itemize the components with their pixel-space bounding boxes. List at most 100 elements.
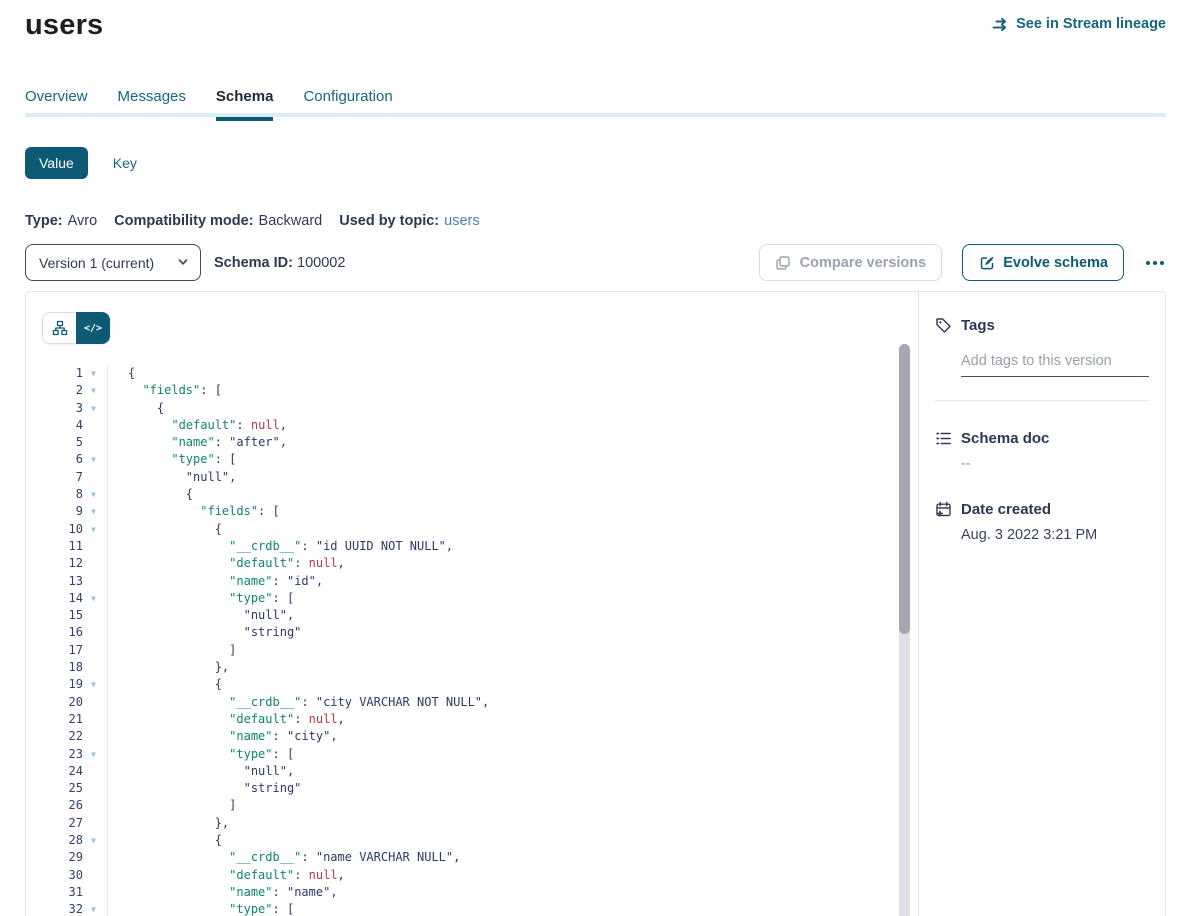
code-line: 22 "name": "city", [26, 728, 918, 745]
line-number: 31 [26, 884, 89, 901]
code-line: 12 "default": null, [26, 555, 918, 572]
type-label: Type: [25, 213, 63, 229]
schema-editor-pane: </> 1▼{2▼ "fields": [3▼ {4 "default": nu… [26, 292, 918, 916]
code-line-text: { [108, 521, 222, 538]
topic-link[interactable]: users [444, 213, 479, 229]
line-gutter: 12 [26, 555, 108, 572]
line-gutter: 9▼ [26, 503, 108, 520]
code-line: 14▼ "type": [ [26, 590, 918, 607]
fold-toggle-icon[interactable]: ▼ [89, 382, 107, 399]
value-key-toggle: Value Key [25, 147, 1166, 179]
line-gutter: 5 [26, 434, 108, 451]
line-gutter: 26 [26, 797, 108, 814]
line-gutter: 2▼ [26, 382, 108, 399]
editor-scrollbar-thumb[interactable] [899, 344, 910, 634]
line-gutter: 7 [26, 469, 108, 486]
code-line: 8▼ { [26, 486, 918, 503]
code-line: 19▼ { [26, 676, 918, 693]
evolve-schema-icon [978, 255, 995, 271]
code-view-button[interactable]: </> [76, 312, 110, 344]
schema-code-editor[interactable]: 1▼{2▼ "fields": [3▼ {4 "default": null,5… [26, 365, 918, 916]
code-line-text: "__crdb__": "city VARCHAR NOT NULL", [108, 694, 489, 711]
fold-toggle-icon[interactable]: ▼ [89, 746, 107, 763]
key-toggle-button[interactable]: Key [113, 147, 137, 179]
type-value: Avro [68, 213, 98, 229]
line-gutter: 13 [26, 573, 108, 590]
code-line: 23▼ "type": [ [26, 746, 918, 763]
fold-spacer [89, 642, 107, 659]
code-line: 2▼ "fields": [ [26, 382, 918, 399]
tab-schema[interactable]: Schema [216, 88, 274, 117]
compare-versions-label: Compare versions [800, 255, 927, 271]
fold-toggle-icon[interactable]: ▼ [89, 486, 107, 503]
tab-overview[interactable]: Overview [25, 88, 88, 117]
fold-spacer [89, 555, 107, 572]
tree-view-button[interactable] [42, 312, 76, 344]
fold-toggle-icon[interactable]: ▼ [89, 400, 107, 417]
code-line-text: "default": null, [108, 417, 287, 434]
more-actions-button[interactable] [1144, 255, 1166, 271]
line-gutter: 4 [26, 417, 108, 434]
fold-spacer [89, 624, 107, 641]
editor-scrollbar-track[interactable] [899, 344, 910, 916]
code-line-text: "type": [ [108, 746, 294, 763]
fold-toggle-icon[interactable]: ▼ [89, 901, 107, 916]
fold-spacer [89, 434, 107, 451]
code-line: 15 "null", [26, 607, 918, 624]
code-line-text: { [108, 365, 135, 382]
version-toolbar: Version 1 (current) Schema ID: 100002 [25, 244, 1166, 281]
lineage-link-label: See in Stream lineage [1016, 16, 1166, 32]
schema-doc-icon [935, 430, 952, 447]
fold-toggle-icon[interactable]: ▼ [89, 451, 107, 468]
code-line-text: "default": null, [108, 867, 345, 884]
fold-spacer [89, 694, 107, 711]
fold-spacer [89, 797, 107, 814]
value-toggle-button[interactable]: Value [25, 147, 88, 179]
fold-toggle-icon[interactable]: ▼ [89, 832, 107, 849]
evolve-schema-button[interactable]: Evolve schema [962, 244, 1124, 281]
line-number: 12 [26, 555, 89, 572]
code-line-text: "__crdb__": "id UUID NOT NULL", [108, 538, 453, 555]
line-gutter: 17 [26, 642, 108, 659]
code-line: 26 ] [26, 797, 918, 814]
version-select-wrap: Version 1 (current) [25, 244, 201, 281]
code-line: 1▼{ [26, 365, 918, 382]
line-number: 16 [26, 624, 89, 641]
schema-id-label: Schema ID: [214, 255, 293, 271]
see-in-stream-lineage-link[interactable]: See in Stream lineage [992, 16, 1166, 32]
tab-configuration[interactable]: Configuration [303, 88, 392, 117]
line-number: 17 [26, 642, 89, 659]
line-gutter: 1▼ [26, 365, 108, 382]
fold-toggle-icon[interactable]: ▼ [89, 521, 107, 538]
code-line: 17 ] [26, 642, 918, 659]
tag-icon [935, 317, 952, 334]
version-toolbar-actions: Compare versions Evolve schema [759, 244, 1166, 281]
code-line-text: "name": "name", [108, 884, 338, 901]
line-number: 24 [26, 763, 89, 780]
version-select[interactable]: Version 1 (current) [25, 244, 201, 281]
schema-doc-section: Schema doc -- [935, 430, 1149, 472]
fold-toggle-icon[interactable]: ▼ [89, 503, 107, 520]
line-number: 7 [26, 469, 89, 486]
fold-spacer [89, 573, 107, 590]
fold-toggle-icon[interactable]: ▼ [89, 590, 107, 607]
line-gutter: 15 [26, 607, 108, 624]
fold-toggle-icon[interactable]: ▼ [89, 676, 107, 693]
editor-view-toggle: </> [42, 312, 110, 344]
code-line: 9▼ "fields": [ [26, 503, 918, 520]
compare-versions-button[interactable]: Compare versions [759, 244, 943, 281]
tab-bar: Overview Messages Schema Configuration [25, 88, 1166, 117]
code-line-text: }, [108, 659, 229, 676]
code-line: 31 "name": "name", [26, 884, 918, 901]
tab-messages[interactable]: Messages [118, 88, 186, 117]
line-gutter: 6▼ [26, 451, 108, 468]
code-line-text: ] [108, 797, 236, 814]
code-line: 4 "default": null, [26, 417, 918, 434]
add-tags-input[interactable] [961, 353, 1149, 377]
line-gutter: 3▼ [26, 400, 108, 417]
tags-title: Tags [961, 317, 995, 334]
fold-toggle-icon[interactable]: ▼ [89, 365, 107, 382]
code-line-text: "name": "id", [108, 573, 323, 590]
fold-spacer [89, 538, 107, 555]
line-number: 13 [26, 573, 89, 590]
